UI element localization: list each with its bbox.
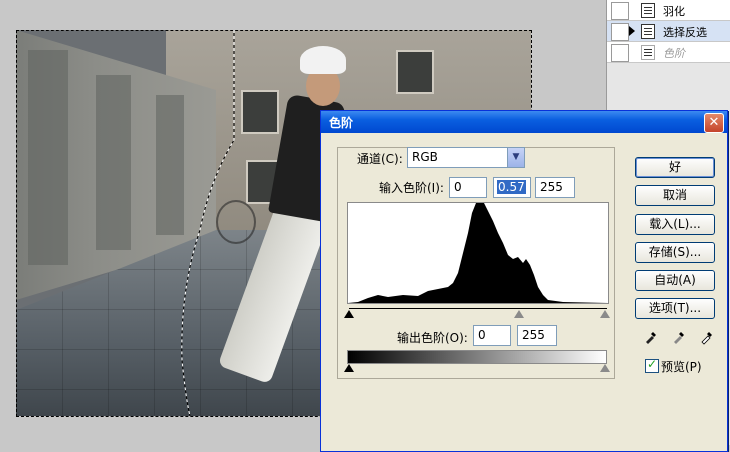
building-window	[396, 50, 434, 94]
save-button[interactable]: 存储(S)...	[635, 242, 715, 263]
histogram	[347, 202, 609, 304]
auto-button[interactable]: 自动(A)	[635, 270, 715, 291]
input-black-field[interactable]: 0	[449, 177, 487, 198]
history-item-label: 色阶	[663, 47, 685, 60]
dialog-title: 色阶	[329, 116, 354, 130]
channel-value: RGB	[412, 150, 438, 164]
history-item-label: 选择反选	[663, 26, 707, 39]
black-eyedropper-icon[interactable]	[643, 329, 659, 345]
input-white-slider[interactable]	[600, 310, 610, 318]
history-item-levels[interactable]: 色阶	[607, 42, 730, 63]
close-button[interactable]: ✕	[704, 113, 724, 133]
input-gamma-field[interactable]: 0.57	[493, 177, 531, 198]
cancel-button[interactable]: 取消	[635, 185, 715, 206]
history-state-icon	[641, 45, 655, 60]
chevron-down-icon[interactable]: ▼	[507, 148, 524, 167]
history-item-label: 羽化	[663, 5, 685, 18]
building-window	[241, 90, 279, 134]
ok-button[interactable]: 好	[635, 157, 715, 178]
input-slider-track	[349, 308, 607, 309]
wall-panel	[156, 95, 184, 235]
gray-eyedropper-icon[interactable]	[671, 329, 687, 345]
output-levels-label: 输出色阶(O):	[397, 331, 468, 345]
wall-panel	[96, 75, 131, 250]
output-black-field[interactable]: 0	[473, 325, 511, 346]
dialog-titlebar[interactable]: 色阶 ✕	[321, 111, 727, 133]
input-levels-label: 输入色阶(I):	[379, 181, 444, 195]
history-state-icon	[641, 3, 655, 18]
output-white-field[interactable]: 255	[517, 325, 557, 346]
snapshot-checkbox[interactable]	[611, 2, 629, 20]
output-white-slider[interactable]	[600, 364, 610, 372]
output-black-slider[interactable]	[344, 364, 354, 372]
input-gamma-slider[interactable]	[514, 310, 524, 318]
wall-panel	[28, 50, 68, 265]
histogram-graph	[348, 203, 608, 303]
snapshot-checkbox[interactable]	[611, 23, 629, 41]
history-state-icon	[641, 24, 655, 39]
history-current-arrow-icon	[629, 26, 635, 36]
snapshot-checkbox[interactable]	[611, 44, 629, 62]
channel-select[interactable]: RGB ▼	[407, 147, 525, 168]
input-white-field[interactable]: 255	[535, 177, 575, 198]
output-gradient-bar	[347, 350, 607, 364]
person-cap	[300, 46, 346, 74]
options-button[interactable]: 选项(T)...	[635, 298, 715, 319]
cyclist	[216, 200, 256, 244]
load-button[interactable]: 载入(L)...	[635, 214, 715, 235]
preview-label: 预览(P)	[661, 360, 702, 374]
white-eyedropper-icon[interactable]	[699, 329, 715, 345]
history-item-select-inverse[interactable]: 选择反选	[607, 21, 730, 42]
history-item-feather[interactable]: 羽化	[607, 0, 730, 21]
levels-dialog: 色阶 ✕ 通道(C): RGB ▼ 输入色阶(I): 0 0.57 255 输出…	[320, 110, 728, 452]
channel-label: 通道(C):	[357, 152, 403, 166]
preview-checkbox[interactable]	[645, 357, 659, 373]
input-black-slider[interactable]	[344, 310, 354, 318]
